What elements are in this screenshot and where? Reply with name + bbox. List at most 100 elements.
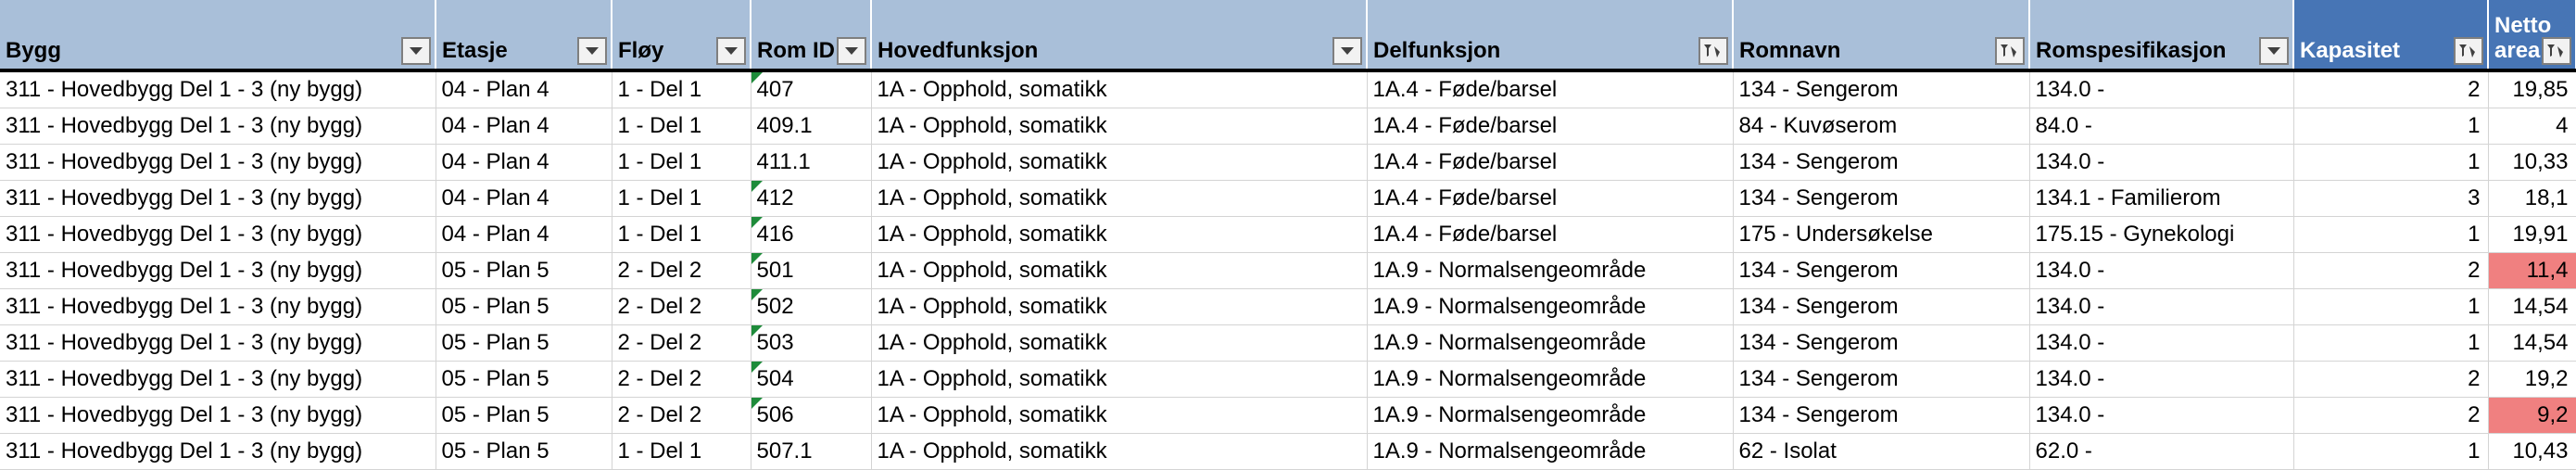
- cell-bygg[interactable]: 311 - Hovedbygg Del 1 - 3 (ny bygg): [0, 324, 436, 362]
- cell-etasje[interactable]: 05 - Plan 5: [436, 252, 612, 289]
- filter-funnel-icon[interactable]: [1995, 37, 2025, 65]
- cell-delfunksjon[interactable]: 1A.9 - Normalsengeområde: [1367, 324, 1734, 362]
- cell-romspesifikasjon[interactable]: 175.15 - Gynekologi: [2029, 216, 2294, 253]
- cell-floy[interactable]: 2 - Del 2: [612, 324, 751, 362]
- column-header-delfunksjon[interactable]: Delfunksjon: [1367, 0, 1734, 72]
- cell-etasje[interactable]: 04 - Plan 4: [436, 180, 612, 217]
- cell-etasje[interactable]: 05 - Plan 5: [436, 397, 612, 434]
- cell-etasje[interactable]: 05 - Plan 5: [436, 361, 612, 398]
- chevron-down-icon[interactable]: [577, 37, 607, 65]
- cell-romnavn[interactable]: 134 - Sengerom: [1733, 70, 2030, 108]
- column-header-etasje[interactable]: Etasje: [436, 0, 612, 72]
- cell-kapasitet[interactable]: 1: [2293, 108, 2489, 145]
- cell-etasje[interactable]: 05 - Plan 5: [436, 433, 612, 470]
- column-header-romnavn[interactable]: Romnavn: [1733, 0, 2030, 72]
- cell-kapasitet[interactable]: 1: [2293, 144, 2489, 181]
- cell-rom-id[interactable]: 409.1: [751, 108, 872, 145]
- filter-funnel-icon[interactable]: [2454, 37, 2483, 65]
- cell-romspesifikasjon[interactable]: 134.0 -: [2029, 324, 2294, 362]
- cell-rom-id[interactable]: 416: [751, 216, 872, 253]
- cell-romnavn[interactable]: 84 - Kuvøserom: [1733, 108, 2030, 145]
- chevron-down-icon[interactable]: [2259, 37, 2289, 65]
- cell-kapasitet[interactable]: 3: [2293, 180, 2489, 217]
- cell-netto-areal[interactable]: 18,1: [2488, 180, 2576, 217]
- cell-kapasitet[interactable]: 1: [2293, 433, 2489, 470]
- cell-floy[interactable]: 1 - Del 1: [612, 70, 751, 108]
- cell-delfunksjon[interactable]: 1A.9 - Normalsengeområde: [1367, 397, 1734, 434]
- column-header-kapasitet[interactable]: Kapasitet: [2293, 0, 2489, 72]
- cell-romspesifikasjon[interactable]: 134.0 -: [2029, 397, 2294, 434]
- cell-rom-id[interactable]: 502: [751, 288, 872, 325]
- cell-floy[interactable]: 2 - Del 2: [612, 397, 751, 434]
- cell-romnavn[interactable]: 134 - Sengerom: [1733, 397, 2030, 434]
- cell-romnavn[interactable]: 134 - Sengerom: [1733, 180, 2030, 217]
- cell-etasje[interactable]: 04 - Plan 4: [436, 144, 612, 181]
- cell-delfunksjon[interactable]: 1A.4 - Føde/barsel: [1367, 108, 1734, 145]
- cell-romspesifikasjon[interactable]: 134.1 - Familierom: [2029, 180, 2294, 217]
- cell-hovedfunksjon[interactable]: 1A - Opphold, somatikk: [871, 361, 1368, 398]
- cell-romnavn[interactable]: 62 - Isolat: [1733, 433, 2030, 470]
- column-header-rom-id[interactable]: Rom ID: [751, 0, 872, 72]
- cell-etasje[interactable]: 04 - Plan 4: [436, 108, 612, 145]
- cell-netto-areal[interactable]: 14,54: [2488, 288, 2576, 325]
- cell-hovedfunksjon[interactable]: 1A - Opphold, somatikk: [871, 70, 1368, 108]
- cell-romspesifikasjon[interactable]: 62.0 -: [2029, 433, 2294, 470]
- chevron-down-icon[interactable]: [401, 37, 431, 65]
- cell-kapasitet[interactable]: 1: [2293, 216, 2489, 253]
- cell-netto-areal[interactable]: 19,91: [2488, 216, 2576, 253]
- filter-funnel-icon[interactable]: [1698, 37, 1728, 65]
- cell-rom-id[interactable]: 506: [751, 397, 872, 434]
- cell-delfunksjon[interactable]: 1A.9 - Normalsengeområde: [1367, 252, 1734, 289]
- cell-hovedfunksjon[interactable]: 1A - Opphold, somatikk: [871, 180, 1368, 217]
- cell-delfunksjon[interactable]: 1A.4 - Føde/barsel: [1367, 144, 1734, 181]
- column-header-floy[interactable]: Fløy: [612, 0, 751, 72]
- cell-kapasitet[interactable]: 1: [2293, 288, 2489, 325]
- cell-bygg[interactable]: 311 - Hovedbygg Del 1 - 3 (ny bygg): [0, 288, 436, 325]
- cell-hovedfunksjon[interactable]: 1A - Opphold, somatikk: [871, 288, 1368, 325]
- cell-romnavn[interactable]: 134 - Sengerom: [1733, 324, 2030, 362]
- cell-floy[interactable]: 2 - Del 2: [612, 361, 751, 398]
- cell-bygg[interactable]: 311 - Hovedbygg Del 1 - 3 (ny bygg): [0, 216, 436, 253]
- cell-netto-areal[interactable]: 10,33: [2488, 144, 2576, 181]
- cell-kapasitet[interactable]: 1: [2293, 324, 2489, 362]
- cell-bygg[interactable]: 311 - Hovedbygg Del 1 - 3 (ny bygg): [0, 361, 436, 398]
- cell-etasje[interactable]: 05 - Plan 5: [436, 324, 612, 362]
- cell-floy[interactable]: 1 - Del 1: [612, 144, 751, 181]
- cell-etasje[interactable]: 04 - Plan 4: [436, 216, 612, 253]
- cell-kapasitet[interactable]: 2: [2293, 252, 2489, 289]
- cell-floy[interactable]: 2 - Del 2: [612, 288, 751, 325]
- cell-hovedfunksjon[interactable]: 1A - Opphold, somatikk: [871, 252, 1368, 289]
- cell-kapasitet[interactable]: 2: [2293, 70, 2489, 108]
- chevron-down-icon[interactable]: [837, 37, 866, 65]
- cell-hovedfunksjon[interactable]: 1A - Opphold, somatikk: [871, 324, 1368, 362]
- cell-kapasitet[interactable]: 2: [2293, 361, 2489, 398]
- cell-bygg[interactable]: 311 - Hovedbygg Del 1 - 3 (ny bygg): [0, 397, 436, 434]
- cell-romspesifikasjon[interactable]: 134.0 -: [2029, 70, 2294, 108]
- cell-delfunksjon[interactable]: 1A.9 - Normalsengeområde: [1367, 288, 1734, 325]
- cell-hovedfunksjon[interactable]: 1A - Opphold, somatikk: [871, 108, 1368, 145]
- filter-funnel-icon[interactable]: [2542, 37, 2571, 65]
- cell-romnavn[interactable]: 134 - Sengerom: [1733, 252, 2030, 289]
- cell-romspesifikasjon[interactable]: 134.0 -: [2029, 252, 2294, 289]
- cell-romnavn[interactable]: 134 - Sengerom: [1733, 144, 2030, 181]
- cell-netto-areal[interactable]: 4: [2488, 108, 2576, 145]
- cell-netto-areal[interactable]: 14,54: [2488, 324, 2576, 362]
- cell-bygg[interactable]: 311 - Hovedbygg Del 1 - 3 (ny bygg): [0, 108, 436, 145]
- chevron-down-icon[interactable]: [1332, 37, 1362, 65]
- cell-romnavn[interactable]: 134 - Sengerom: [1733, 361, 2030, 398]
- cell-rom-id[interactable]: 412: [751, 180, 872, 217]
- cell-delfunksjon[interactable]: 1A.4 - Føde/barsel: [1367, 70, 1734, 108]
- cell-netto-areal[interactable]: 10,43: [2488, 433, 2576, 470]
- cell-netto-areal[interactable]: 11,4: [2488, 252, 2576, 289]
- cell-romspesifikasjon[interactable]: 134.0 -: [2029, 288, 2294, 325]
- cell-bygg[interactable]: 311 - Hovedbygg Del 1 - 3 (ny bygg): [0, 70, 436, 108]
- cell-hovedfunksjon[interactable]: 1A - Opphold, somatikk: [871, 397, 1368, 434]
- cell-floy[interactable]: 2 - Del 2: [612, 252, 751, 289]
- cell-rom-id[interactable]: 503: [751, 324, 872, 362]
- cell-floy[interactable]: 1 - Del 1: [612, 180, 751, 217]
- cell-delfunksjon[interactable]: 1A.9 - Normalsengeområde: [1367, 433, 1734, 470]
- cell-rom-id[interactable]: 507.1: [751, 433, 872, 470]
- chevron-down-icon[interactable]: [716, 37, 746, 65]
- cell-rom-id[interactable]: 411.1: [751, 144, 872, 181]
- cell-floy[interactable]: 1 - Del 1: [612, 433, 751, 470]
